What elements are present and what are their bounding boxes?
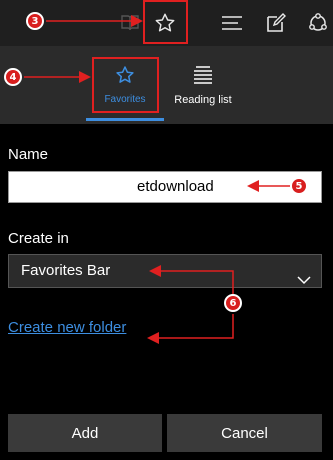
tab-reading-list[interactable]: Reading list: [168, 46, 238, 124]
chevron-down-icon: [297, 265, 311, 297]
name-input[interactable]: etdownload: [8, 171, 322, 203]
browser-toolbar: [0, 0, 333, 46]
favorites-highlight-box: [92, 57, 159, 113]
create-new-folder-link[interactable]: Create new folder: [8, 319, 126, 336]
add-button[interactable]: Add: [8, 414, 162, 452]
step-5-badge: 5: [290, 177, 308, 195]
cancel-button[interactable]: Cancel: [167, 414, 322, 452]
step-6-badge: 6: [224, 294, 242, 312]
tab-reading-list-label: Reading list: [174, 93, 232, 106]
star-highlight-box: [143, 0, 188, 44]
step-4-badge: 4: [4, 68, 22, 86]
hub-tabs: Favorites Reading list: [0, 46, 333, 124]
folder-select[interactable]: Favorites Bar: [8, 254, 322, 288]
name-label: Name: [8, 146, 49, 163]
share-icon[interactable]: [298, 0, 333, 46]
hub-menu-icon[interactable]: [212, 0, 252, 46]
folder-select-value: Favorites Bar: [21, 262, 111, 279]
create-in-label: Create in: [8, 230, 69, 247]
web-note-icon[interactable]: [256, 0, 296, 46]
active-tab-indicator: [86, 118, 164, 121]
reading-list-icon: [192, 65, 214, 90]
step-3-badge: 3: [26, 12, 44, 30]
